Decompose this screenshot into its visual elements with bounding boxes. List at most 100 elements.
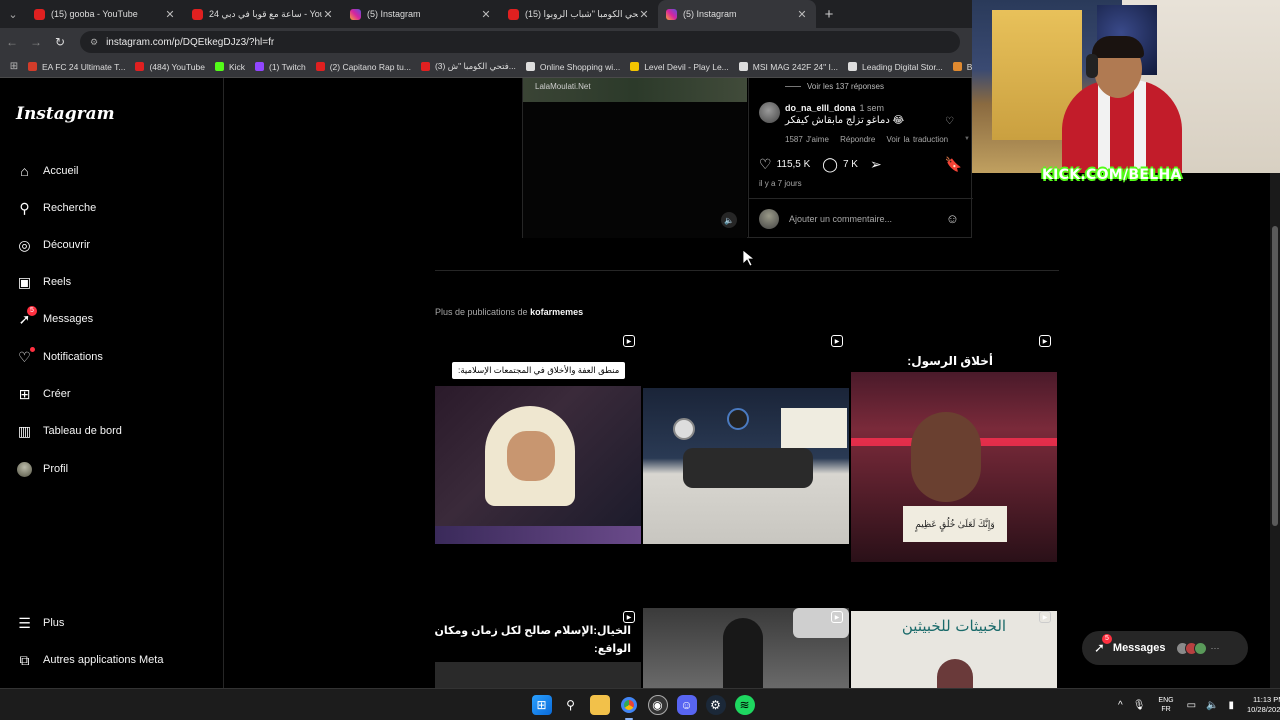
sidebar-item-label: Recherche bbox=[43, 202, 97, 214]
discord-icon[interactable]: ☺ bbox=[676, 695, 697, 715]
mute-icon[interactable]: 🔈 bbox=[721, 212, 737, 228]
bookmark-item[interactable]: (1) Twitch bbox=[255, 62, 306, 72]
grid-post[interactable]: ▶ الخيال:الإسلام صالح لكل زمان ومكان الو… bbox=[435, 608, 641, 688]
sidebar-item-d-couvrir[interactable]: ◎ Découvrir bbox=[16, 234, 90, 256]
steam-icon[interactable]: ⚙ bbox=[705, 695, 726, 715]
browser-tab[interactable]: (5) Instagram ✕ bbox=[342, 0, 500, 28]
browser-tab[interactable]: (15) فتحي الكومبا "شباب الروبوا" ✕ bbox=[500, 0, 658, 28]
language-indicator[interactable]: ENG FR bbox=[1158, 696, 1173, 714]
clock[interactable]: 11:13 PM10/28/2025 bbox=[1247, 695, 1280, 715]
microphone-icon[interactable]: 🎙 bbox=[1133, 700, 1146, 711]
post-thumbnail bbox=[435, 662, 641, 688]
close-icon[interactable]: ✕ bbox=[164, 8, 176, 21]
emoji-icon[interactable]: ☺ bbox=[946, 211, 959, 226]
close-icon[interactable]: ✕ bbox=[480, 8, 492, 21]
sidebar-item-messages[interactable]: ➚ 5 Messages bbox=[16, 305, 93, 330]
obs-icon[interactable]: ◉ bbox=[647, 695, 668, 715]
view-replies-link[interactable]: Voir les 137 réponses bbox=[785, 82, 884, 91]
like-count[interactable]: 115,5 K bbox=[777, 159, 811, 170]
comment-time: 1 sem bbox=[859, 103, 885, 113]
comment-likes[interactable]: 1587 J'aime bbox=[785, 135, 829, 144]
reply-link[interactable]: Répondre bbox=[840, 135, 875, 144]
sidebar-item-recherche[interactable]: ⚲ Recherche bbox=[16, 197, 96, 219]
chrome-icon[interactable] bbox=[619, 695, 639, 720]
add-comment-input[interactable]: Ajouter un commentaire... bbox=[789, 214, 946, 224]
messenger-icon: ➚ 5 bbox=[16, 305, 37, 328]
comment-avatar[interactable] bbox=[759, 102, 780, 123]
sidebar-item-reels[interactable]: ▣ Reels bbox=[16, 271, 71, 293]
post-video[interactable]: LalaMoulati.Net 🔈 bbox=[523, 78, 747, 238]
new-tab-button[interactable]: + bbox=[816, 6, 842, 23]
close-icon[interactable]: ✕ bbox=[322, 8, 334, 21]
bookmark-item[interactable]: (484) YouTube bbox=[135, 61, 205, 72]
sidebar-item-accueil[interactable]: ⌂ Accueil bbox=[16, 160, 78, 182]
sidebar-item-notifications[interactable]: ♡ Notifications bbox=[16, 346, 103, 368]
windows-start-icon[interactable]: ⊞ bbox=[531, 695, 552, 715]
comments-scroll-arrow-icon[interactable]: ▼ bbox=[964, 136, 970, 142]
url-bar[interactable]: ⚙ instagram.com/p/DQEtkegDJz3/?hl=fr bbox=[80, 31, 960, 53]
people-shape bbox=[683, 448, 813, 488]
sidebar-item-cr-er[interactable]: ⊞ Créer bbox=[16, 383, 71, 405]
search-icon: ⚲ bbox=[19, 199, 30, 216]
translate-link[interactable]: Voir la traduction bbox=[887, 135, 949, 144]
sidebar-item-autres-applications-meta[interactable]: ⧉ Autres applications Meta bbox=[16, 649, 164, 671]
chevron-up-icon[interactable]: ^ bbox=[1118, 700, 1123, 711]
battery-icon[interactable]: ▮ bbox=[1228, 700, 1234, 711]
scrollbar-thumb[interactable] bbox=[1272, 226, 1278, 526]
bookmark-item[interactable]: Kick bbox=[214, 62, 245, 72]
close-icon[interactable]: ✕ bbox=[796, 8, 808, 21]
file-explorer-icon[interactable] bbox=[589, 695, 610, 715]
person-shape bbox=[723, 618, 763, 688]
browser-tab-active[interactable]: (5) Instagram ✕ bbox=[658, 0, 816, 28]
sidebar-item-tableau-de-bord[interactable]: ▥ Tableau de bord bbox=[16, 420, 122, 442]
browser-tab[interactable]: 24 ساعة مع قوبا في دبي - YouTube ✕ bbox=[184, 0, 342, 28]
messages-dock-button[interactable]: ➚ 5 Messages ··· bbox=[1082, 631, 1248, 665]
grid-post[interactable]: الخبيثات للخبيثين ▶ bbox=[851, 611, 1057, 688]
volume-icon[interactable]: 🔈 bbox=[1206, 700, 1218, 711]
grid-post[interactable]: ▶ أخلاق الرسول: وَإِنَّكَ لَعَلَىٰ خُلُق… bbox=[851, 332, 1057, 562]
browser-tab[interactable]: (15) gooba - YouTube ✕ bbox=[26, 0, 184, 28]
webcam-overlay bbox=[972, 0, 1280, 173]
sidebar-item-profil[interactable]: Profil bbox=[16, 458, 68, 480]
grid-post[interactable]: ▶ bbox=[643, 332, 849, 544]
more-posts-account[interactable]: kofarmemes bbox=[530, 307, 583, 317]
site-info-icon[interactable]: ⚙ bbox=[90, 37, 98, 48]
like-heart-icon[interactable]: ♡ bbox=[759, 156, 772, 173]
kick-channel-label: KICK.COM/BELHA bbox=[1042, 167, 1182, 183]
grid-post[interactable]: ▶ منطق العفة والأخلاق في المجتمعات الإسل… bbox=[435, 332, 641, 544]
more-icon: ··· bbox=[1210, 643, 1220, 653]
overlay-strip bbox=[435, 526, 641, 544]
grid-post[interactable]: ▶ bbox=[643, 608, 849, 688]
apps-grid-icon[interactable]: ⊞ bbox=[0, 61, 28, 72]
search-icon[interactable]: ⚲ bbox=[561, 695, 581, 715]
post-thumbnail: وَإِنَّكَ لَعَلَىٰ خُلُقٍ عَظِيمٍ bbox=[851, 372, 1057, 562]
bookmark-item[interactable]: Online Shopping wi... bbox=[525, 62, 620, 72]
post-card: LalaMoulati.Net 🔈 Voir les 137 réponses … bbox=[522, 78, 973, 238]
heart-icon: ♡ bbox=[16, 346, 35, 366]
bookmark-item[interactable]: (2) Capitano Rap tu... bbox=[315, 62, 411, 72]
bookmark-item[interactable]: (3) فتحي الكومبا "ش... bbox=[420, 61, 516, 72]
share-icon[interactable]: ➢ bbox=[870, 156, 882, 173]
network-icon[interactable]: ▭ bbox=[1187, 700, 1196, 711]
section-divider bbox=[435, 270, 1059, 271]
bookmark-item[interactable]: Level Devil - Play Le... bbox=[630, 62, 729, 72]
sidebar-item-plus[interactable]: ☰ Plus bbox=[16, 612, 64, 634]
comment-heart-icon[interactable]: ♡ bbox=[945, 116, 954, 127]
bookmark-save-icon[interactable]: 🔖 bbox=[945, 156, 962, 173]
sidebar-item-label: Notifications bbox=[43, 351, 103, 363]
bookmark-label: (484) YouTube bbox=[149, 61, 205, 72]
avatar bbox=[17, 461, 32, 477]
spotify-icon[interactable]: ≋ bbox=[734, 695, 755, 715]
reload-icon[interactable]: ↻ bbox=[48, 28, 72, 56]
bookmark-item[interactable]: MSI MAG 242F 24" I... bbox=[738, 62, 838, 72]
back-arrow-icon[interactable]: ← bbox=[0, 28, 24, 56]
tab-search-icon[interactable]: ⌄ bbox=[0, 0, 26, 28]
bookmark-item[interactable]: EA FC 24 Ultimate T... bbox=[28, 62, 125, 72]
instagram-logo[interactable]: Instagram bbox=[16, 104, 115, 124]
close-icon[interactable]: ✕ bbox=[638, 8, 650, 21]
comment-bubble-icon[interactable]: ◯ bbox=[822, 156, 838, 173]
forward-arrow-icon[interactable]: → bbox=[24, 28, 48, 56]
comment-count: 7 K bbox=[842, 159, 858, 170]
comment-username[interactable]: do_na_elll_dona 1 sem bbox=[785, 103, 884, 113]
bookmark-item[interactable]: Leading Digital Stor... bbox=[847, 62, 943, 72]
